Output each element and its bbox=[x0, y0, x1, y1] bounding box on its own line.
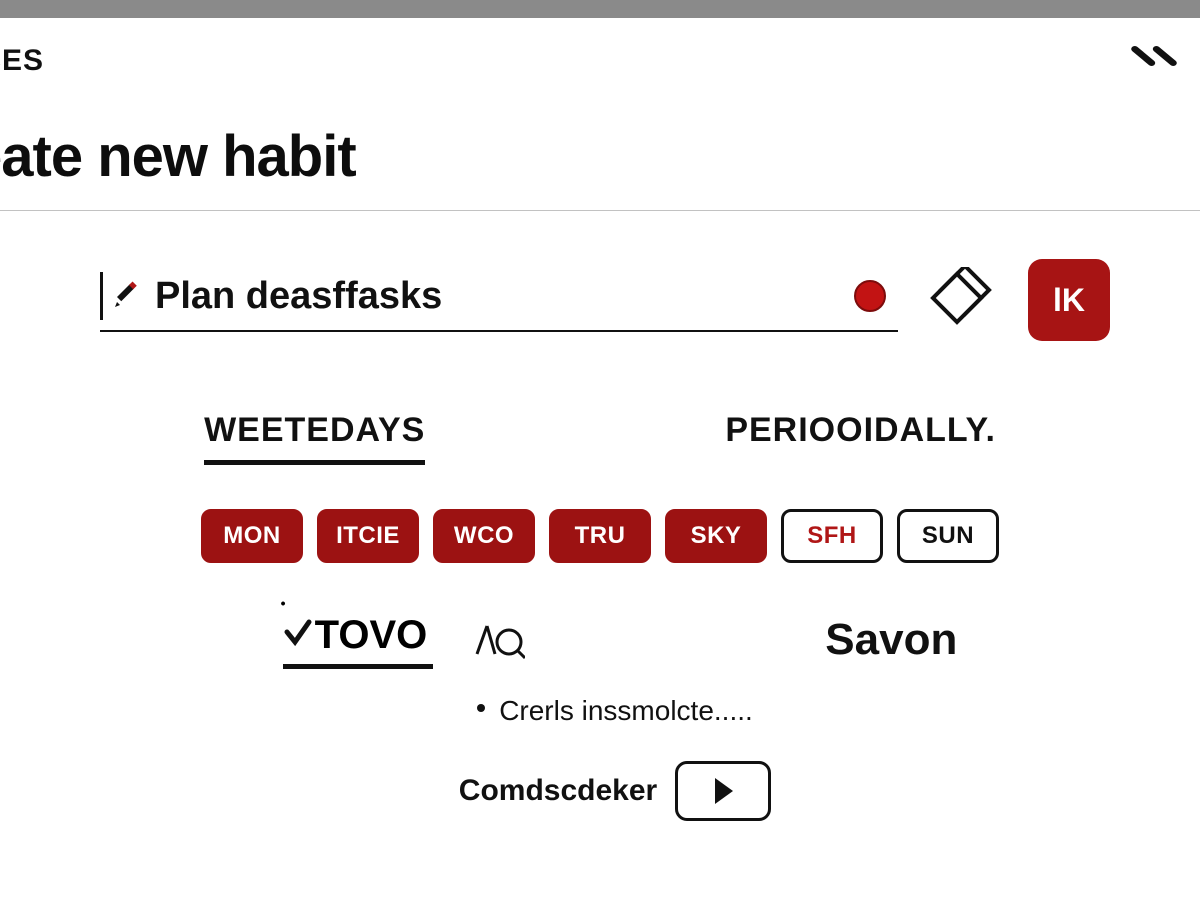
tab-weekdays[interactable]: WEETEDAYS bbox=[204, 411, 425, 465]
picker-label: Comdscdeker bbox=[459, 774, 657, 808]
picker-next-button[interactable] bbox=[675, 761, 771, 821]
confirm-button[interactable]: lK bbox=[1028, 259, 1110, 341]
color-picker-button[interactable] bbox=[928, 265, 998, 335]
option-aq[interactable] bbox=[473, 620, 525, 660]
sub-options-row: • TOVO Savon bbox=[0, 611, 1200, 669]
day-chip-mon[interactable]: MON bbox=[201, 509, 303, 563]
nav-crumb[interactable]: ICES bbox=[0, 44, 44, 78]
habit-name-value: Plan deasffasks bbox=[155, 275, 442, 318]
page: ICES eate new habit Plan deasffasks lK W… bbox=[0, 18, 1200, 900]
day-chip-sat[interactable]: SFH bbox=[781, 509, 883, 563]
page-title: eate new habit bbox=[0, 123, 1200, 190]
day-chip-fri[interactable]: SKY bbox=[665, 509, 767, 563]
pencil-icon bbox=[113, 281, 143, 311]
day-chip-thu[interactable]: TRU bbox=[549, 509, 651, 563]
bullet-icon bbox=[477, 704, 485, 712]
dot-icon: • bbox=[281, 595, 286, 611]
day-chip-sun[interactable]: SUN bbox=[897, 509, 999, 563]
picker-row: Comdscdeker bbox=[0, 761, 1200, 821]
close-icon[interactable] bbox=[1130, 38, 1178, 83]
color-swatch-dot[interactable] bbox=[854, 280, 886, 312]
habit-name-row: Plan deasffasks lK bbox=[100, 259, 1110, 341]
hint-text-row: Crerls inssmolcte..... bbox=[0, 695, 1200, 727]
save-button[interactable]: Savon bbox=[825, 615, 957, 665]
text-cursor bbox=[100, 272, 103, 320]
hint-text: Crerls inssmolcte..... bbox=[499, 695, 753, 727]
header: ICES bbox=[0, 18, 1200, 83]
day-chip-tue[interactable]: ITCIE bbox=[317, 509, 419, 563]
tab-periodically[interactable]: PERIOOIDALLY. bbox=[725, 411, 996, 465]
window-chrome-strip bbox=[0, 0, 1200, 18]
weekday-chips: MON ITCIE WCO TRU SKY SFH SUN bbox=[0, 509, 1200, 563]
habit-name-input[interactable]: Plan deasffasks bbox=[100, 268, 898, 332]
option-tovo-label: TOVO bbox=[315, 613, 428, 658]
day-chip-wed[interactable]: WCO bbox=[433, 509, 535, 563]
option-tovo[interactable]: • TOVO bbox=[283, 611, 434, 669]
schedule-tabs: WEETEDAYS PERIOOIDALLY. bbox=[0, 411, 1200, 465]
divider bbox=[0, 210, 1200, 211]
